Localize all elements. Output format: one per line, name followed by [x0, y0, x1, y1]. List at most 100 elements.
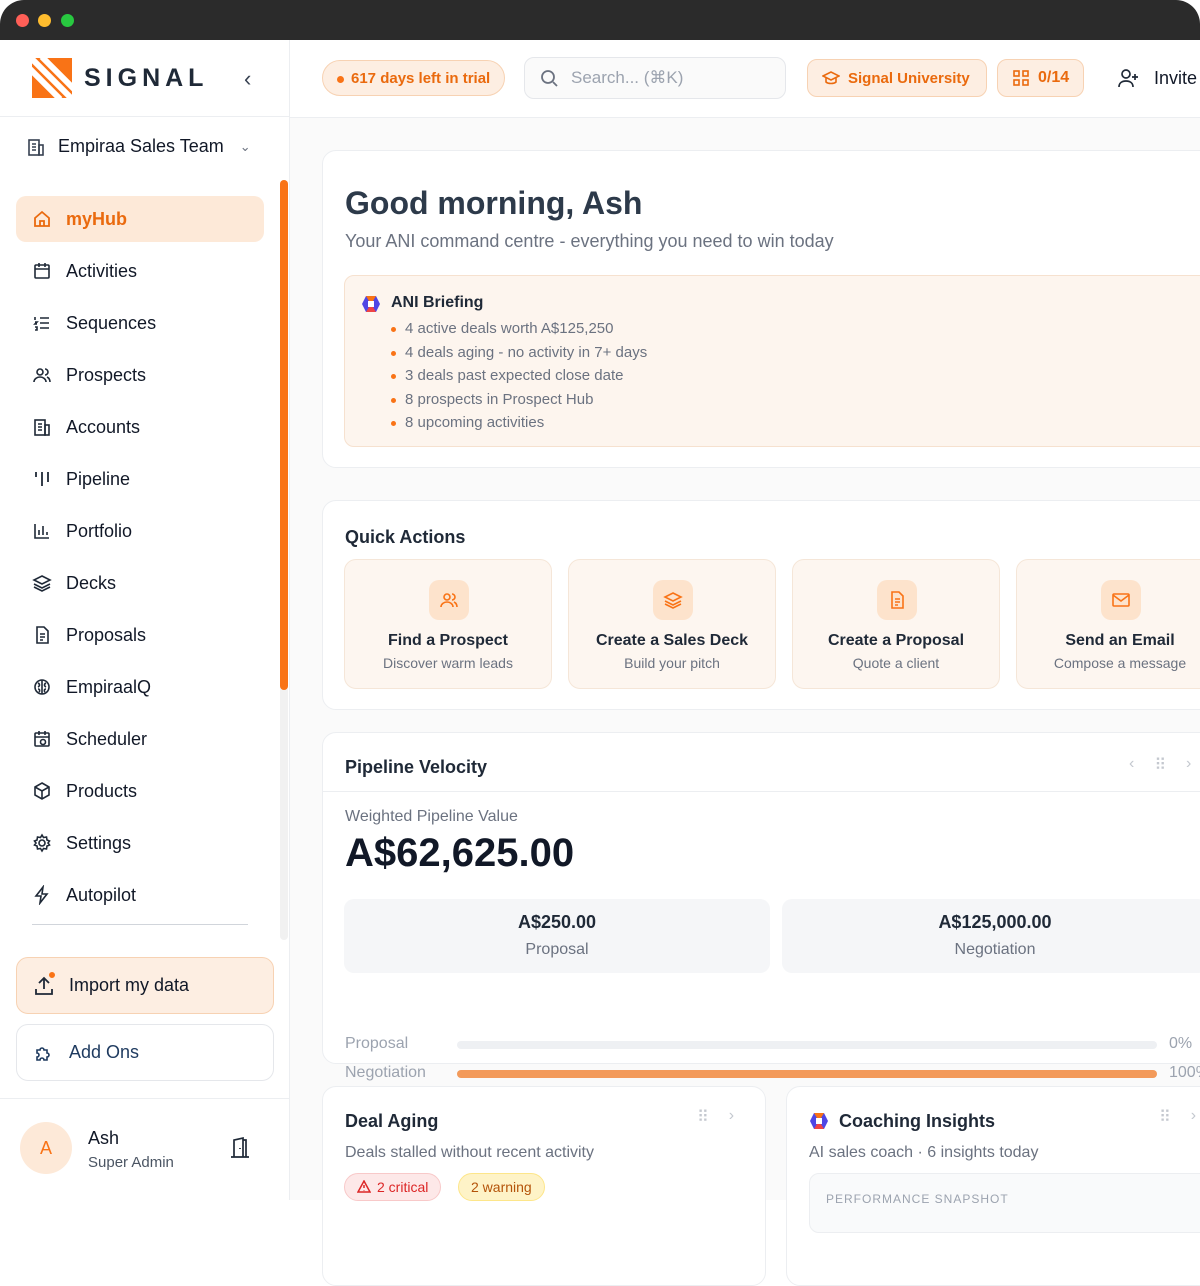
weighted-pipeline-label: Weighted Pipeline Value — [345, 808, 518, 825]
coaching-subtitle: AI sales coach · 6 insights today — [809, 1144, 1039, 1161]
import-data-button[interactable]: Import my data — [16, 957, 274, 1014]
sidebar-item-proposals[interactable]: Proposals — [16, 612, 264, 658]
ani-logo-icon — [809, 1111, 829, 1131]
chevron-left-icon[interactable]: ‹ — [1129, 755, 1134, 775]
logout-door-icon[interactable] — [228, 1136, 252, 1160]
greeting-card: Good morning, Ash Your ANI command centr… — [322, 150, 1200, 468]
user-plus-icon — [1118, 67, 1140, 89]
sidebar-item-products[interactable]: Products — [16, 768, 264, 814]
window-close-button[interactable] — [16, 14, 29, 27]
window-minimize-button[interactable] — [38, 14, 51, 27]
brand-logo[interactable]: SIGNAL — [32, 58, 208, 98]
user-profile[interactable]: A Ash Super Admin — [20, 1122, 270, 1178]
import-label: Import my data — [69, 975, 190, 995]
deal-aging-title: Deal Aging — [345, 1111, 439, 1131]
list-item: 8 upcoming activities — [391, 414, 647, 438]
invite-button[interactable]: Invite — [1118, 67, 1197, 89]
lightning-icon — [32, 885, 52, 905]
signal-university-button[interactable]: Signal University — [807, 59, 987, 97]
building-icon — [26, 137, 46, 157]
brain-icon — [32, 677, 52, 697]
sidebar-item-decks[interactable]: Decks — [16, 560, 264, 606]
layers-icon — [32, 573, 52, 593]
add-ons-button[interactable]: Add Ons — [16, 1024, 274, 1081]
sidebar-item-portfolio[interactable]: Portfolio — [16, 508, 264, 554]
search-input[interactable] — [571, 68, 771, 88]
app-frame: SIGNAL ‹ Empiraa Sales Team ⌄ myHub Acti… — [0, 40, 1200, 1286]
home-icon — [32, 209, 52, 229]
list-item: 4 active deals worth A$125,250 — [391, 320, 647, 344]
chevron-right-icon[interactable]: › — [1186, 755, 1191, 775]
sidebar-item-accounts[interactable]: Accounts — [16, 404, 264, 450]
search-icon — [539, 68, 559, 88]
sidebar-item-label: EmpiraalQ — [66, 676, 152, 697]
sidebar-item-label: Prospects — [66, 364, 147, 385]
brand-name: SIGNAL — [84, 63, 209, 92]
calendar-icon — [32, 261, 52, 281]
pipeline-icon — [32, 469, 52, 489]
sidebar-item-label: Products — [66, 780, 138, 801]
mail-icon — [1101, 580, 1141, 620]
critical-badge[interactable]: 2 critical — [344, 1173, 442, 1201]
warning-count: 2 warning — [471, 1179, 532, 1195]
quick-actions-title: Quick Actions — [345, 527, 466, 547]
sidebar-item-empiraaiq[interactable]: EmpiraalQ — [16, 664, 264, 710]
action-subtitle: Compose a message — [1053, 655, 1187, 671]
signal-logo-mark — [32, 58, 72, 98]
drag-handle-icon[interactable]: ⠿ — [1154, 755, 1166, 775]
list-ordered-icon — [32, 313, 52, 333]
sidebar-item-label: Activities — [66, 260, 138, 281]
gear-icon — [32, 833, 52, 853]
document-icon — [877, 580, 917, 620]
sidebar-item-sequences[interactable]: Sequences — [16, 300, 264, 346]
action-subtitle: Build your pitch — [624, 655, 720, 671]
sidebar-item-activities[interactable]: Activities — [16, 248, 264, 294]
ani-briefing: ANI Briefing 4 active deals worth A$125,… — [344, 275, 1200, 447]
sidebar-item-label: Settings — [66, 832, 132, 853]
sidebar-item-myhub[interactable]: myHub — [16, 196, 264, 242]
sidebar-item-autopilot[interactable]: Autopilot — [16, 872, 264, 918]
document-icon — [32, 625, 52, 645]
find-prospect-action[interactable]: Find a Prospect Discover warm leads — [344, 559, 552, 689]
search-bar[interactable] — [524, 57, 786, 99]
create-proposal-action[interactable]: Create a Proposal Quote a client — [792, 559, 1000, 689]
sidebar-item-scheduler[interactable]: Scheduler — [16, 716, 264, 762]
greeting-subtitle: Your ANI command centre - everything you… — [345, 231, 834, 251]
progress-percent: 100% — [1169, 1064, 1200, 1081]
bar-chart-icon — [32, 521, 52, 541]
team-name: Empiraa Sales Team — [58, 136, 224, 156]
sidebar-item-prospects[interactable]: Prospects — [16, 352, 264, 398]
action-title: Send an Email — [1065, 632, 1175, 649]
progress-label: Proposal — [345, 1035, 409, 1052]
invite-label: Invite — [1154, 67, 1198, 88]
collapse-sidebar-icon[interactable]: ‹ — [244, 66, 251, 92]
list-item: 8 prospects in Prospect Hub — [391, 391, 647, 415]
sidebar-item-label: Accounts — [66, 416, 141, 437]
sidebar-item-settings[interactable]: Settings — [16, 820, 264, 866]
sidebar-nav: myHub Activities Sequences Prospects Acc… — [16, 196, 264, 924]
stage-card-negotiation: A$125,000.00 Negotiation — [782, 899, 1200, 973]
package-icon — [32, 781, 52, 801]
graduation-cap-icon — [822, 69, 840, 87]
sidebar-scrollbar-thumb[interactable] — [280, 180, 288, 690]
chevron-right-icon[interactable]: › — [729, 1107, 734, 1127]
window-maximize-button[interactable] — [61, 14, 74, 27]
sidebar-item-label: Scheduler — [66, 728, 148, 749]
chevron-right-icon[interactable]: › — [1191, 1107, 1196, 1127]
team-selector[interactable]: Empiraa Sales Team ⌄ — [26, 136, 251, 157]
trial-badge[interactable]: 617 days left in trial — [322, 60, 506, 96]
stage-value: A$250.00 — [517, 912, 597, 932]
action-title: Create a Proposal — [827, 632, 965, 649]
snapshot-label: PERFORMANCE SNAPSHOT — [826, 1192, 1009, 1206]
greeting-title: Good morning, Ash — [345, 185, 643, 221]
create-sales-deck-action[interactable]: Create a Sales Deck Build your pitch — [568, 559, 776, 689]
warning-badge[interactable]: 2 warning — [458, 1173, 545, 1201]
drag-handle-icon[interactable]: ⠿ — [697, 1107, 709, 1127]
drag-handle-icon[interactable]: ⠿ — [1159, 1107, 1171, 1127]
send-email-action[interactable]: Send an Email Compose a message — [1016, 559, 1200, 689]
onboarding-counter[interactable]: 0/14 — [997, 59, 1085, 97]
users-icon — [429, 580, 469, 620]
action-title: Create a Sales Deck — [595, 632, 749, 649]
performance-snapshot: PERFORMANCE SNAPSHOT — [809, 1173, 1200, 1233]
sidebar-item-pipeline[interactable]: Pipeline — [16, 456, 264, 502]
